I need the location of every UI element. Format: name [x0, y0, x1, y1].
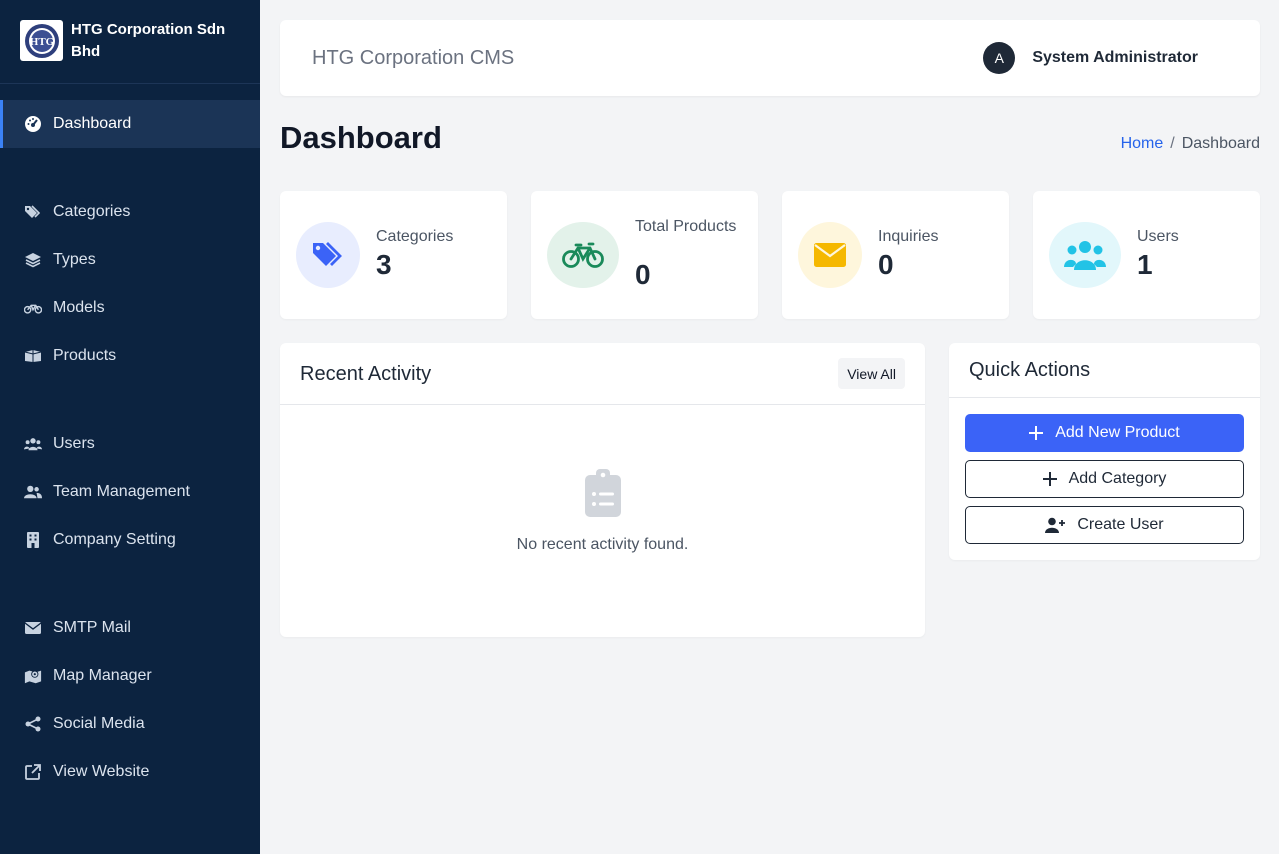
sidebar-item-products[interactable]: Products — [0, 332, 260, 380]
sidebar-item-label: SMTP Mail — [53, 619, 131, 636]
button-label: Add Category — [1068, 470, 1167, 487]
sidebar-item-label: Users — [53, 435, 95, 452]
recent-activity-header: Recent Activity View All — [280, 343, 925, 405]
external-link-icon — [24, 763, 42, 781]
sidebar-item-label: Models — [53, 299, 105, 316]
stat-value: 1 — [1137, 249, 1153, 280]
gauge-icon — [24, 115, 42, 133]
avatar[interactable]: A — [983, 42, 1016, 74]
sidebar-item-company-setting[interactable]: Company Setting — [0, 516, 260, 564]
sidebar-item-smtp-mail[interactable]: SMTP Mail — [0, 604, 260, 652]
create-user-button[interactable]: Create User — [965, 506, 1244, 544]
quick-actions-header: Quick Actions — [949, 343, 1260, 398]
brand-logo-text: HTG — [29, 36, 54, 48]
recent-activity-panel: Recent Activity View All No recent activ… — [280, 343, 925, 637]
user-name[interactable]: System Administrator — [1032, 49, 1198, 67]
sidebar-section-label — [0, 564, 260, 604]
tags-icon — [24, 203, 42, 221]
users-icon — [1049, 222, 1121, 288]
sidebar-item-label: View Website — [53, 763, 150, 780]
add-new-product-button[interactable]: Add New Product — [965, 414, 1244, 452]
sidebar-item-categories[interactable]: Categories — [0, 188, 260, 236]
sidebar-item-label: Categories — [53, 203, 131, 220]
user-group-icon — [24, 483, 42, 501]
breadcrumb-current: Dashboard — [1181, 135, 1260, 152]
recent-activity-title: Recent Activity — [300, 363, 432, 385]
plus-icon — [1042, 472, 1057, 486]
tags-icon — [296, 222, 360, 288]
quick-actions-title: Quick Actions — [969, 359, 1091, 381]
sidebar-item-map-manager[interactable]: Map Manager — [0, 652, 260, 700]
envelope-icon — [798, 222, 862, 288]
brand-name: HTG Corporation Sdn Bhd — [71, 21, 226, 60]
app-title: HTG Corporation CMS — [312, 47, 515, 69]
clipboard-list-icon — [585, 469, 621, 522]
stat-label: Total Products — [635, 218, 737, 235]
user-plus-icon — [1045, 517, 1066, 533]
share-icon — [24, 715, 42, 733]
page-title: Dashboard — [280, 120, 442, 155]
sidebar-item-label: Team Management — [53, 483, 190, 500]
plus-icon — [1029, 426, 1044, 440]
sidebar-item-users[interactable]: Users — [0, 420, 260, 468]
breadcrumb: Home / Dashboard — [1121, 135, 1260, 153]
sidebar: HTG HTG Corporation Sdn Bhd Dashboard Ca… — [0, 0, 260, 854]
view-all-button[interactable]: View All — [838, 358, 905, 389]
sidebar-item-models[interactable]: Models — [0, 284, 260, 332]
map-marker-icon — [24, 667, 42, 685]
sidebar-item-types[interactable]: Types — [0, 236, 260, 284]
breadcrumb-home-link[interactable]: Home — [1121, 135, 1164, 152]
button-label: Create User — [1077, 516, 1164, 533]
motorcycle-icon — [24, 299, 42, 317]
stat-label: Users — [1137, 228, 1179, 245]
sidebar-nav: Dashboard Categories Types Models Produc… — [0, 100, 260, 796]
sidebar-item-view-website[interactable]: View Website — [0, 748, 260, 796]
sidebar-section-label — [0, 148, 260, 188]
stat-card-users[interactable]: Users 1 — [1033, 191, 1260, 319]
topbar: HTG Corporation CMS A System Administrat… — [280, 20, 1260, 96]
sidebar-section-label — [0, 380, 260, 420]
users-icon — [24, 435, 42, 453]
sidebar-item-label: Company Setting — [53, 531, 176, 548]
breadcrumb-separator: / — [1170, 135, 1175, 152]
quick-actions-panel: Quick Actions Add New Product Add Catego… — [949, 343, 1260, 560]
stat-value: 0 — [878, 249, 894, 280]
stat-label: Inquiries — [878, 228, 939, 245]
sidebar-item-label: Social Media — [53, 715, 145, 732]
brand-logo: HTG — [20, 20, 63, 61]
user-menu[interactable]: A System Administrator — [983, 42, 1198, 74]
bicycle-icon — [547, 222, 619, 288]
empty-state-text: No recent activity found. — [516, 536, 689, 553]
sidebar-item-label: Products — [53, 347, 117, 364]
stat-label: Categories — [376, 228, 454, 245]
boxes-icon — [24, 347, 42, 365]
sidebar-item-label: Dashboard — [53, 115, 132, 132]
stat-value: 0 — [635, 259, 651, 290]
button-label: Add New Product — [1055, 424, 1180, 441]
brand[interactable]: HTG HTG Corporation Sdn Bhd — [0, 0, 260, 84]
layers-icon — [24, 251, 42, 269]
stat-card-inquiries[interactable]: Inquiries 0 — [782, 191, 1009, 319]
add-category-button[interactable]: Add Category — [965, 460, 1244, 498]
stat-card-categories[interactable]: Categories 3 — [280, 191, 507, 319]
stat-value: 3 — [376, 249, 392, 280]
building-icon — [24, 531, 42, 549]
sidebar-item-team-management[interactable]: Team Management — [0, 468, 260, 516]
envelope-icon — [24, 619, 42, 637]
sidebar-item-social-media[interactable]: Social Media — [0, 700, 260, 748]
sidebar-item-label: Types — [53, 251, 96, 268]
stat-card-total-products[interactable]: Total Products 0 — [531, 191, 758, 319]
sidebar-item-dashboard[interactable]: Dashboard — [0, 100, 260, 148]
sidebar-item-label: Map Manager — [53, 667, 152, 684]
